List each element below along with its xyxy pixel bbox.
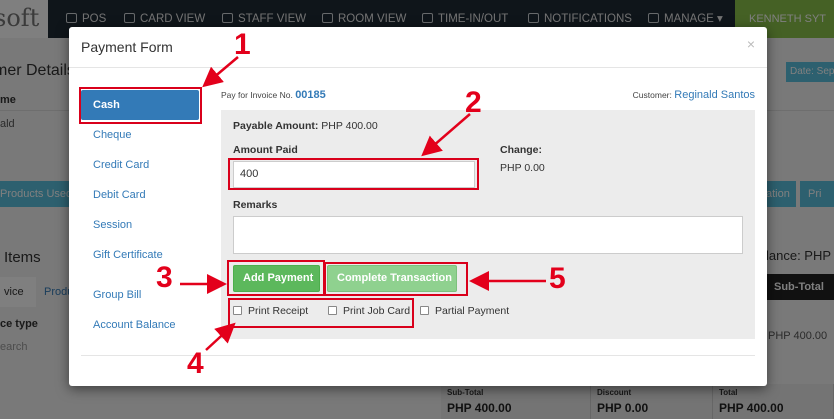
arrow-2 [421, 113, 471, 157]
arrow-1 [202, 56, 239, 88]
annotation-arrows [180, 56, 546, 351]
arrow-4 [205, 322, 236, 351]
